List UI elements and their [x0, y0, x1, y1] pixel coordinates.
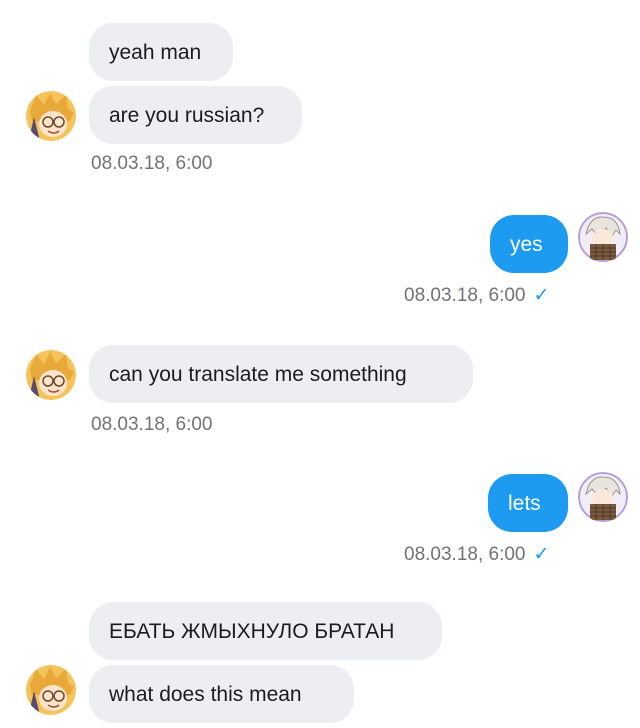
message-bubble-incoming[interactable]: yeah man	[89, 23, 233, 81]
timestamp-text: 08.03.18, 6:00	[404, 544, 526, 565]
message-bubble-incoming[interactable]: what does this mean	[89, 665, 354, 723]
message-text: yeah man	[109, 40, 202, 64]
message-timestamp: 08.03.18, 6:00	[91, 414, 213, 436]
message-bubble-outgoing[interactable]: lets	[488, 474, 568, 532]
sender-avatar-icon[interactable]	[26, 665, 76, 715]
message-text: what does this mean	[109, 682, 302, 706]
message-timestamp: 08.03.18, 6:00 ✓	[404, 543, 549, 566]
read-check-icon: ✓	[533, 285, 550, 306]
read-check-icon: ✓	[533, 544, 550, 565]
message-text: yes	[510, 232, 543, 256]
own-avatar-icon[interactable]	[578, 212, 628, 262]
own-avatar-icon[interactable]	[578, 472, 628, 522]
message-text: are you russian?	[109, 103, 265, 127]
timestamp-text: 08.03.18, 6:00	[91, 414, 213, 435]
message-timestamp: 08.03.18, 6:00	[91, 153, 213, 175]
message-timestamp: 08.03.18, 6:00 ✓	[404, 284, 549, 307]
message-bubble-incoming[interactable]: are you russian?	[89, 86, 302, 144]
timestamp-text: 08.03.18, 6:00	[404, 285, 526, 306]
sender-avatar-icon[interactable]	[26, 350, 76, 400]
message-bubble-incoming[interactable]: can you translate me something	[89, 345, 473, 403]
message-text: lets	[508, 491, 541, 515]
timestamp-text: 08.03.18, 6:00	[91, 153, 213, 174]
message-bubble-outgoing[interactable]: yes	[490, 215, 568, 273]
sender-avatar-icon[interactable]	[26, 91, 76, 141]
message-bubble-incoming[interactable]: ЕБАТЬ ЖМЫХНУЛО БРАТАН	[89, 602, 442, 660]
message-text: ЕБАТЬ ЖМЫХНУЛО БРАТАН	[109, 619, 395, 643]
message-text: can you translate me something	[109, 362, 407, 386]
